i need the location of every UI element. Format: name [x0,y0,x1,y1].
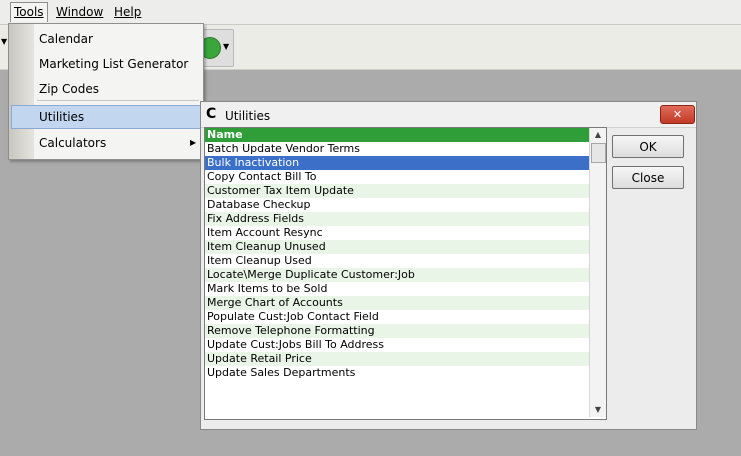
list-item[interactable]: Copy Contact Bill To [205,170,589,184]
menu-bar: Tools Window Help [0,0,741,25]
ok-button[interactable]: OK [612,135,684,158]
menu-tools[interactable]: Tools [10,2,48,22]
scroll-down-icon[interactable]: ▼ [590,403,606,417]
app-logo-icon: C [206,106,217,122]
dialog-title: Utilities [225,109,271,123]
list-item[interactable]: Database Checkup [205,198,589,212]
list-item[interactable]: Locate\Merge Duplicate Customer:Job [205,268,589,282]
menu-window[interactable]: Window [54,5,105,19]
list-item[interactable]: Update Sales Departments [205,366,589,380]
menu-help[interactable]: Help [112,5,143,19]
menu-item-calendar[interactable]: Calendar [39,28,93,50]
list-item[interactable]: Fix Address Fields [205,212,589,226]
close-button[interactable]: Close [612,166,684,189]
close-icon[interactable]: ✕ [660,105,695,124]
menu-item-marketing-list-generator[interactable]: Marketing List Generator [39,53,188,75]
scroll-thumb[interactable] [591,143,606,163]
list-item[interactable]: Item Cleanup Unused [205,240,589,254]
vertical-scrollbar[interactable]: ▲ ▼ [589,128,606,417]
menu-item-utilities[interactable]: Utilities [39,106,84,128]
dropdown-arrow-icon[interactable]: ▼ [223,42,229,51]
tools-menu: Calendar Marketing List Generator Zip Co… [8,23,204,160]
toolbar-left-dropdown-icon[interactable]: ▼ [1,37,7,46]
list-rows: Batch Update Vendor Terms Bulk Inactivat… [205,142,589,380]
menu-gutter [9,24,34,159]
menu-separator [37,100,199,101]
list-item[interactable]: Batch Update Vendor Terms [205,142,589,156]
list-item[interactable]: Item Cleanup Used [205,254,589,268]
list-item[interactable]: Populate Cust:Job Contact Field [205,310,589,324]
list-item[interactable]: Remove Telephone Formatting [205,324,589,338]
utilities-list[interactable]: Name Batch Update Vendor Terms Bulk Inac… [204,127,607,420]
list-item-selected[interactable]: Bulk Inactivation [205,156,589,170]
list-item[interactable]: Merge Chart of Accounts [205,296,589,310]
column-header-name[interactable]: Name [205,128,591,142]
menu-item-zip-codes[interactable]: Zip Codes [39,78,99,100]
dialog-title-bar[interactable]: C Utilities ✕ [201,102,696,128]
submenu-arrow-icon: ▶ [190,138,197,147]
list-item[interactable]: Customer Tax Item Update [205,184,589,198]
list-item[interactable]: Mark Items to be Sold [205,282,589,296]
list-item[interactable]: Item Account Resync [205,226,589,240]
utilities-dialog: C Utilities ✕ Name Batch Update Vendor T… [200,101,697,430]
list-item[interactable]: Update Retail Price [205,352,589,366]
scroll-up-icon[interactable]: ▲ [590,128,606,142]
menu-item-calculators[interactable]: Calculators [39,132,106,154]
list-item[interactable]: Update Cust:Jobs Bill To Address [205,338,589,352]
